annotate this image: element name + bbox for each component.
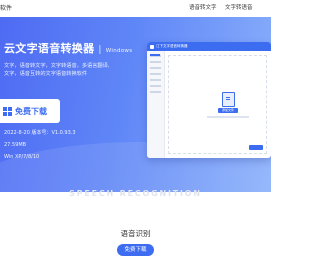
section-title: 语音识别 — [120, 229, 151, 238]
app-sidebar — [147, 51, 165, 158]
brand-name[interactable]: 软件 — [0, 3, 12, 12]
hero-download-button[interactable]: 免费下载 — [0, 99, 60, 123]
hero-banner: 云文字语音转换器 | Windows 文字，语音转文字，文字转语音，多语言翻译, 文… — [0, 17, 271, 192]
top-nav-bar: 软件 语音转文字 文字转语音 — [0, 0, 271, 18]
nav-text-to-speech[interactable]: 文字转语音 — [225, 3, 253, 11]
app-window-title: 江下文字语音转换器 — [156, 44, 188, 48]
app-sidebar-active — [150, 54, 160, 56]
download-button-label: 免费下载 — [15, 106, 47, 116]
version-info: 2022-8-20 版本号：V1.0.93.3 — [4, 130, 76, 136]
app-hint-text — [207, 116, 249, 118]
product-title: 云文字语音转换器 | Windows — [4, 40, 132, 56]
file-size: 27.59MB — [4, 142, 27, 148]
app-drop-area — [168, 55, 267, 154]
windows-icon — [3, 106, 12, 116]
section-watermark: SPEECH RECOGNITION — [69, 189, 202, 198]
app-add-file-button: 添加文件 — [218, 108, 238, 113]
product-name: 云文字语音转换器 — [4, 42, 95, 55]
app-screenshot: 江下文字语音转换器 添加文件 — [147, 42, 271, 158]
product-description-line-1: 文字，语音转文字，文字转语音，多语言翻译, — [4, 63, 110, 69]
os-compat: Win XP/7/8/10 — [4, 154, 40, 160]
nav-speech-to-text[interactable]: 语音转文字 — [189, 3, 217, 11]
title-separator: | — [98, 45, 102, 55]
app-logo-icon — [150, 44, 154, 49]
app-titlebar: 江下文字语音转换器 — [147, 42, 271, 51]
section-download-button[interactable]: 免费下载 — [117, 244, 154, 256]
product-description-line-2: 文字，语音互转的文字语音转换软件 — [4, 71, 88, 77]
platform-label: Windows — [105, 48, 133, 54]
app-start-button — [249, 145, 263, 150]
file-icon — [222, 92, 235, 107]
